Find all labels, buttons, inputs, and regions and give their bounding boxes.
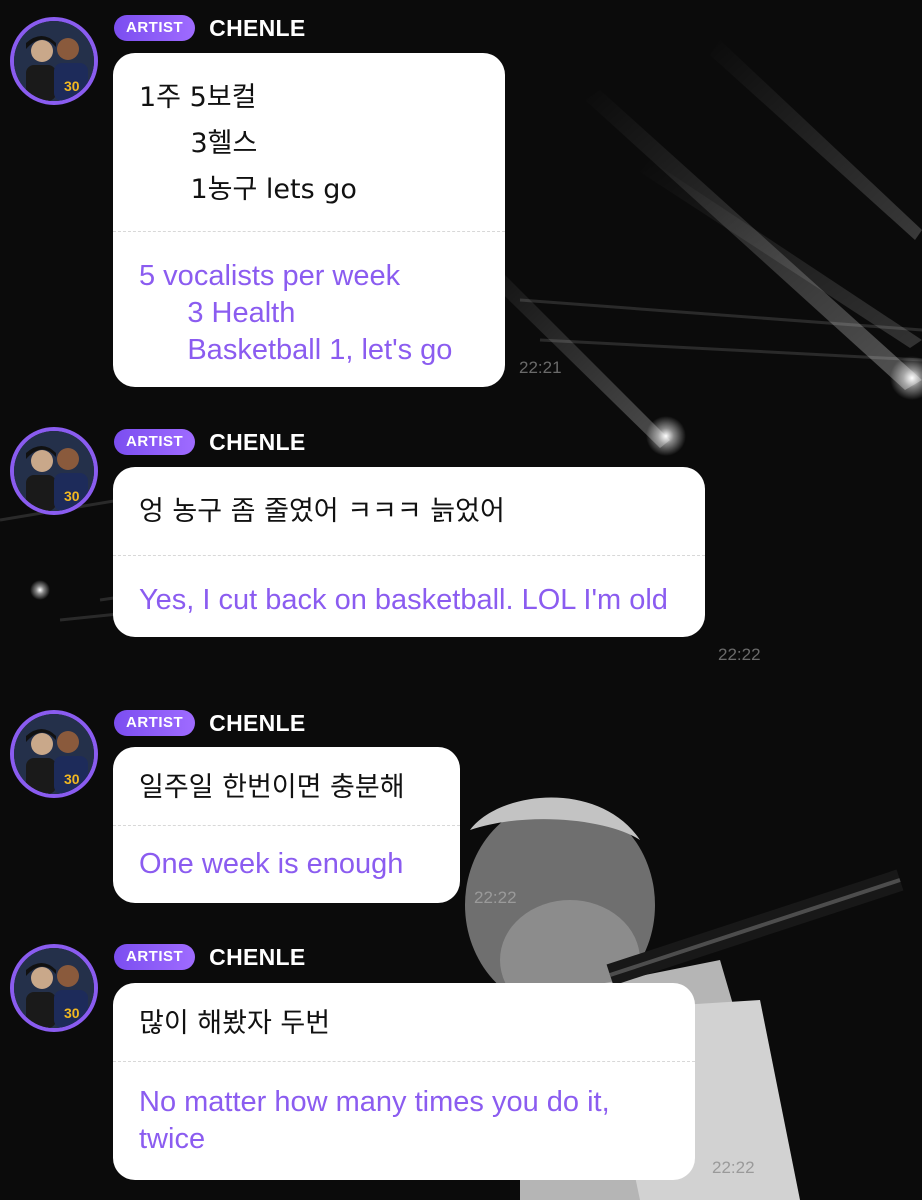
- profile-photo-icon: 30: [14, 714, 94, 794]
- artist-badge: ARTIST: [114, 15, 196, 41]
- timestamp: 22:22: [712, 1158, 755, 1177]
- svg-text:30: 30: [64, 771, 80, 787]
- timestamp: 22:21: [519, 358, 562, 377]
- translated-text: Yes, I cut back on basketball. LOL I'm o…: [139, 584, 668, 616]
- sender-name[interactable]: CHENLE: [209, 429, 305, 456]
- avatar[interactable]: 30: [10, 944, 98, 1032]
- translated-text: One week is enough: [139, 848, 404, 880]
- original-text: 많이 해봤자 두번: [139, 1008, 331, 1039]
- original-text: 1주 5보컬 3헬스 1농구 lets go: [139, 82, 357, 205]
- sender-name[interactable]: CHENLE: [209, 15, 305, 42]
- translated-text: 5 vocalists per week 3 Health Basketball…: [139, 260, 453, 366]
- message-bubble[interactable]: 일주일 한번이면 충분해 One week is enough: [113, 747, 460, 903]
- svg-text:30: 30: [64, 1005, 80, 1021]
- profile-photo-icon: 30: [14, 431, 94, 511]
- profile-photo-icon: 30: [14, 948, 94, 1028]
- profile-photo-icon: 30: [14, 21, 94, 101]
- translated-text: No matter how many times you do it, twic…: [139, 1086, 618, 1155]
- svg-text:30: 30: [64, 488, 80, 504]
- avatar[interactable]: 30: [10, 710, 98, 798]
- timestamp: 22:22: [718, 645, 761, 664]
- svg-text:30: 30: [64, 78, 80, 94]
- avatar[interactable]: 30: [10, 17, 98, 105]
- artist-badge: ARTIST: [114, 944, 196, 970]
- sender-name[interactable]: CHENLE: [209, 710, 305, 737]
- message-bubble[interactable]: 많이 해봤자 두번 No matter how many times you d…: [113, 983, 695, 1180]
- original-text: 일주일 한번이면 충분해: [139, 772, 405, 803]
- message-header: ARTIST CHENLE: [114, 709, 306, 737]
- artist-badge: ARTIST: [114, 429, 196, 455]
- message-header: ARTIST CHENLE: [114, 943, 306, 971]
- avatar[interactable]: 30: [10, 427, 98, 515]
- message-bubble[interactable]: 1주 5보컬 3헬스 1농구 lets go 5 vocalists per w…: [113, 53, 505, 387]
- artist-badge: ARTIST: [114, 710, 196, 736]
- message-header: ARTIST CHENLE: [114, 14, 306, 42]
- original-text: 엉 농구 좀 줄였어 ㅋㅋㅋ 늙었어: [139, 496, 505, 527]
- message-header: ARTIST CHENLE: [114, 428, 306, 456]
- message-bubble[interactable]: 엉 농구 좀 줄였어 ㅋㅋㅋ 늙었어 Yes, I cut back on ba…: [113, 467, 705, 637]
- sender-name[interactable]: CHENLE: [209, 944, 305, 971]
- timestamp: 22:22: [474, 888, 517, 907]
